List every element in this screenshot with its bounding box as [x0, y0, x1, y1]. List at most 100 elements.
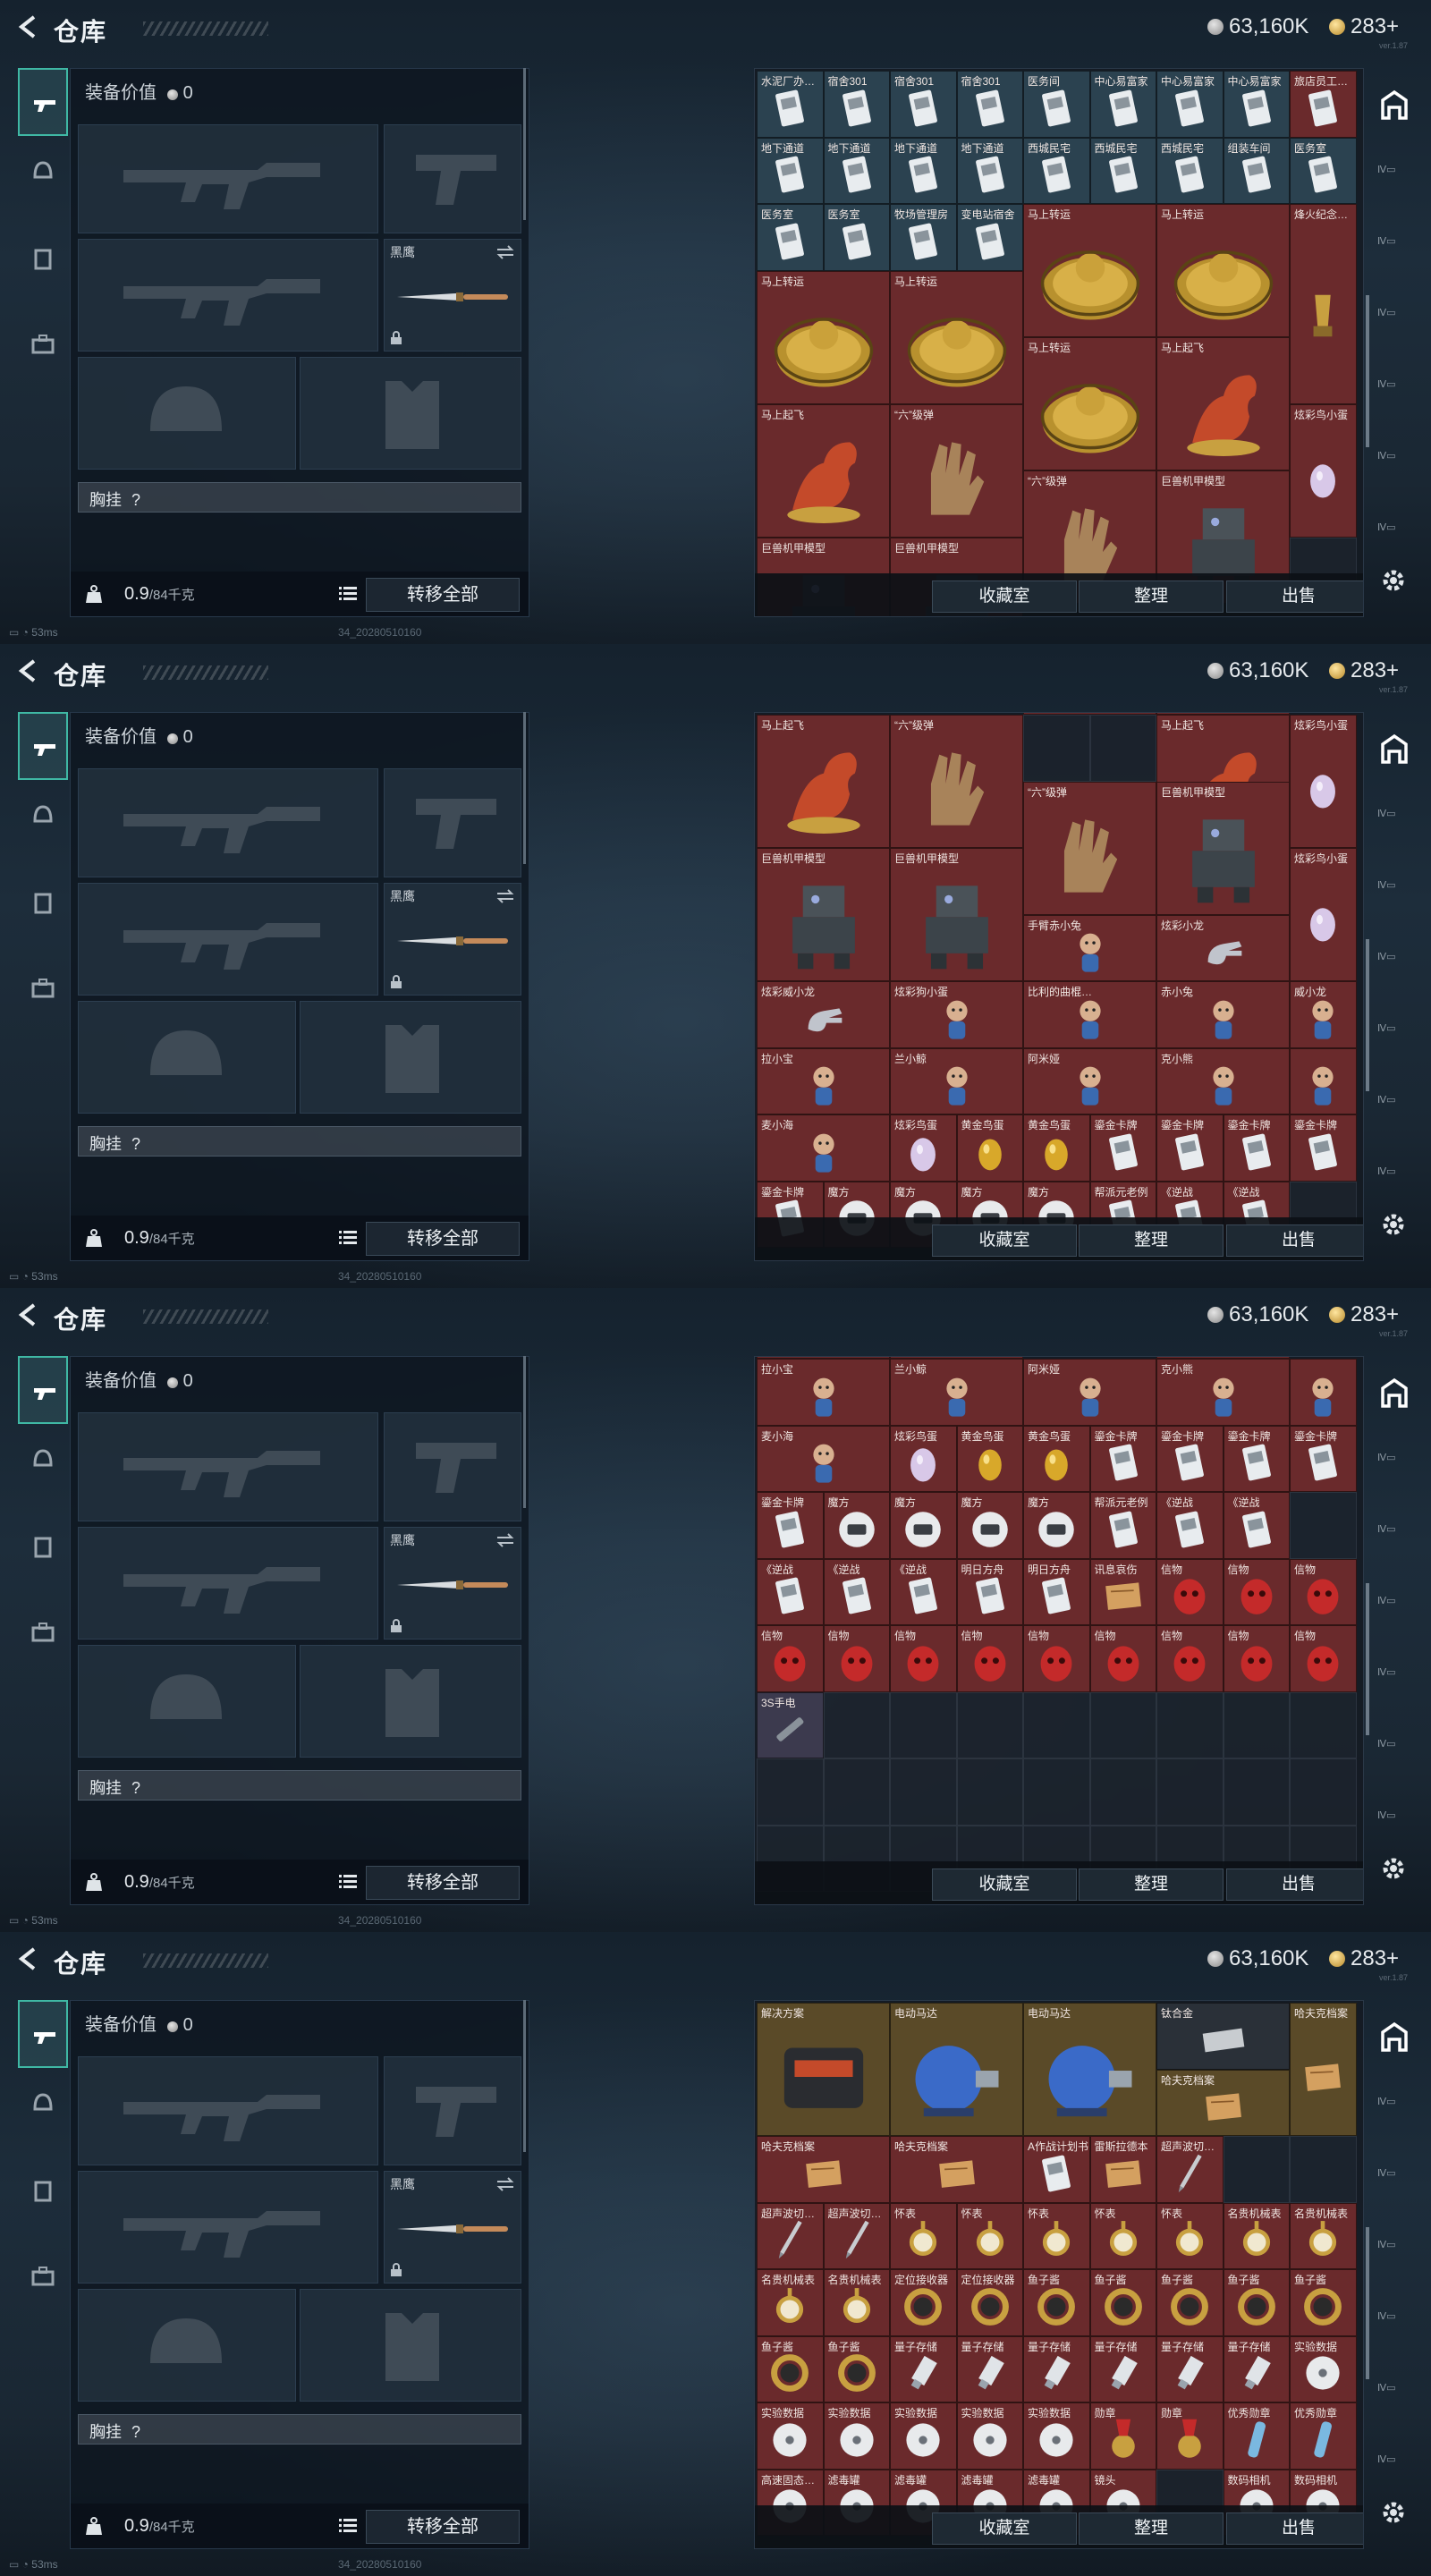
gear-icon[interactable]	[1378, 2497, 1409, 2528]
inventory-item[interactable]: 电动马达	[1023, 2003, 1156, 2136]
chest-help-icon[interactable]: ?	[131, 2423, 140, 2441]
inventory-item[interactable]: 牧场管理房	[890, 204, 957, 271]
inventory-item[interactable]: 医务室	[1290, 137, 1357, 204]
gold-currency[interactable]: 283+	[1329, 1946, 1399, 1971]
tab-armor[interactable]	[18, 1440, 68, 1508]
inventory-item[interactable]: 《逆战	[823, 1558, 890, 1625]
inventory-item[interactable]: 赤小兔	[1156, 981, 1290, 1048]
gear-icon[interactable]	[1378, 1209, 1409, 1240]
chest-rig-slot[interactable]: 胸挂 ?	[78, 2414, 521, 2445]
gold-currency[interactable]: 283+	[1329, 14, 1399, 39]
inventory-item[interactable]: 巨兽机甲模型	[890, 848, 1023, 981]
inventory-item[interactable]: 医务间	[1023, 71, 1090, 138]
inventory-item[interactable]: 量子存储	[1156, 2335, 1224, 2402]
collection-button[interactable]: 收藏室	[932, 1224, 1077, 1257]
inventory-item[interactable]: 兰小鲸	[890, 1359, 1023, 1426]
primary-weapon-slot[interactable]	[78, 2056, 378, 2165]
inventory-item[interactable]: 超声波切…	[1156, 2136, 1224, 2203]
inventory-item[interactable]: 西城民宅	[1023, 137, 1090, 204]
tab-vest[interactable]	[18, 1530, 68, 1597]
inventory-item[interactable]: 优秀勋章	[1223, 2402, 1290, 2470]
tab-storage-home[interactable]	[1377, 732, 1411, 766]
inventory-item[interactable]: 阿米娅	[1023, 1359, 1156, 1426]
inventory-item[interactable]: 鎏金卡牌	[1223, 1425, 1290, 1492]
inventory-item[interactable]: 勋章	[1156, 2402, 1224, 2470]
tab-storage-home[interactable]	[1377, 1376, 1411, 1410]
inventory-item[interactable]: 克小熊	[1156, 1047, 1290, 1114]
pistol-slot[interactable]	[384, 124, 521, 233]
tab-storage-6[interactable]: Ⅳ▭	[1377, 948, 1411, 982]
inventory-item[interactable]: 地下通道	[956, 137, 1023, 204]
tab-storage-7[interactable]: Ⅳ▭	[1377, 376, 1411, 410]
inventory-item[interactable]: 水泥厂办…	[757, 71, 824, 138]
inventory-item[interactable]: 地下通道	[823, 137, 890, 204]
back-arrow-icon[interactable]	[16, 14, 39, 39]
inventory-item[interactable]: 中心易富家	[1223, 71, 1290, 138]
inventory-item[interactable]: 《逆战	[1223, 1492, 1290, 1559]
gear-icon[interactable]	[1378, 1853, 1409, 1884]
tab-weapons[interactable]	[18, 68, 68, 136]
inventory-item[interactable]: 信物	[1223, 1625, 1290, 1692]
inventory-item[interactable]: 钛合金	[1156, 2003, 1290, 2070]
tab-storage-4[interactable]: Ⅳ▭	[1377, 161, 1411, 195]
inventory-item[interactable]: 比利的曲棍…	[1023, 981, 1156, 1048]
inventory-item[interactable]: 拉小宝	[757, 1359, 890, 1426]
inventory-item[interactable]: 鱼子酱	[1156, 2269, 1224, 2336]
inventory-item[interactable]: 马上起飞	[757, 403, 890, 538]
armor-slot[interactable]	[300, 357, 521, 470]
inventory-item[interactable]: “六”级弹	[890, 715, 1023, 848]
empty-slot[interactable]	[1290, 2136, 1357, 2203]
back-arrow-icon[interactable]	[16, 1946, 39, 1971]
inventory-item[interactable]: 宿舍301	[823, 71, 890, 138]
tab-storage-7[interactable]: Ⅳ▭	[1377, 1020, 1411, 1054]
empty-slot[interactable]	[1023, 1691, 1090, 1758]
inventory-item[interactable]: 鎏金卡牌	[1156, 1114, 1224, 1182]
inventory-item[interactable]: “六”级弹	[890, 403, 1023, 538]
tab-backpack[interactable]	[18, 971, 68, 1039]
inventory-item[interactable]: 烽火纪念…	[1290, 204, 1357, 404]
tab-vest[interactable]	[18, 242, 68, 309]
empty-slot[interactable]	[823, 1691, 890, 1758]
sell-button[interactable]: 出售	[1226, 1868, 1363, 1901]
tab-storage-4[interactable]: Ⅳ▭	[1377, 805, 1411, 839]
silver-currency[interactable]: 63,160K	[1207, 1946, 1308, 1971]
empty-slot[interactable]	[1223, 1758, 1290, 1826]
inventory-item[interactable]: 实验数据	[956, 2402, 1023, 2470]
inventory-item[interactable]: 兰小鲸	[890, 1047, 1023, 1114]
tab-storage-9[interactable]: Ⅳ▭	[1377, 2451, 1411, 2485]
inventory-item[interactable]: 名贵机械表	[757, 2269, 824, 2336]
tab-storage-9[interactable]: Ⅳ▭	[1377, 1163, 1411, 1197]
inventory-item[interactable]: 威小龙	[1290, 981, 1357, 1048]
inventory-item[interactable]: 明日方舟	[1023, 1558, 1090, 1625]
tab-backpack[interactable]	[18, 1615, 68, 1683]
collection-button[interactable]: 收藏室	[932, 1868, 1077, 1901]
inventory-item[interactable]: 中心易富家	[1156, 71, 1224, 138]
helmet-slot[interactable]	[78, 1645, 296, 1758]
tab-vest[interactable]	[18, 2174, 68, 2241]
empty-slot[interactable]	[890, 1691, 957, 1758]
inventory-item[interactable]: 组装车间	[1223, 137, 1290, 204]
gold-currency[interactable]: 283+	[1329, 1302, 1399, 1327]
tab-storage-5[interactable]: Ⅳ▭	[1377, 233, 1411, 267]
silver-currency[interactable]: 63,160K	[1207, 1302, 1308, 1327]
chest-help-icon[interactable]: ?	[131, 1135, 140, 1153]
inventory-item[interactable]: 《逆战	[890, 1558, 957, 1625]
tab-weapons[interactable]	[18, 1356, 68, 1424]
inventory-item[interactable]: 怀表	[1089, 2202, 1156, 2269]
tab-storage-8[interactable]: Ⅳ▭	[1377, 1735, 1411, 1769]
empty-slot[interactable]	[757, 1758, 824, 1826]
list-icon[interactable]	[339, 1874, 357, 1890]
inventory-item[interactable]: 讯息哀伤	[1089, 1558, 1156, 1625]
tab-storage-home[interactable]	[1377, 88, 1411, 122]
storage-scrollbar[interactable]	[1366, 1583, 1369, 1735]
inventory-item[interactable]: 炫彩威小龙	[757, 981, 890, 1048]
storage-scrollbar[interactable]	[1366, 295, 1369, 447]
inventory-item[interactable]: 帮派元老例	[1089, 1492, 1156, 1559]
tab-storage-5[interactable]: Ⅳ▭	[1377, 1521, 1411, 1555]
melee-slot[interactable]: 黑鹰	[384, 2171, 521, 2284]
inventory-item[interactable]: 鱼子酱	[1089, 2269, 1156, 2336]
inventory-item[interactable]: 怀表	[956, 2202, 1023, 2269]
inventory-item[interactable]: 黄金鸟蛋	[956, 1425, 1023, 1492]
inventory-item[interactable]: 宿舍301	[890, 71, 957, 138]
pistol-slot[interactable]	[384, 768, 521, 877]
